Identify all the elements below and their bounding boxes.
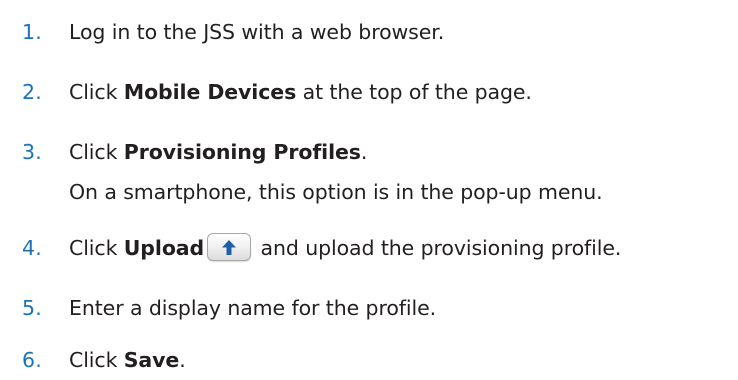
step-number: 5. [22, 296, 42, 320]
step-suffix: . [179, 348, 186, 372]
step-text: Enter a display name for the profile. [69, 296, 437, 320]
step-number: 1. [22, 20, 42, 44]
step-number: 4. [22, 236, 42, 260]
step-bold-term: Save [123, 348, 180, 372]
step-suffix: . [360, 140, 368, 164]
step-text: Click Mobile Devices at the top of the p… [69, 72, 532, 112]
step-prefix: Click [69, 348, 124, 372]
step-text: Click Save. [69, 340, 186, 380]
step-prefix: Click [69, 80, 124, 104]
step-bold-term: Upload [123, 236, 205, 260]
step-number: 6. [22, 348, 42, 372]
step-suffix: at the top of the page. [296, 80, 532, 104]
step-text: Click Upload and upload the provisioning… [69, 228, 621, 268]
step-3: 3. Click Provisioning Profiles. On a sma… [0, 132, 738, 212]
step-number: 2. [22, 80, 42, 104]
upload-button-image [207, 233, 252, 261]
step-1: 1. Log in to the JSS with a web browser. [0, 12, 738, 52]
step-prefix: Click [69, 236, 124, 260]
step-prefix: Click [69, 140, 124, 164]
step-note: On a smartphone, this option is in the p… [69, 180, 603, 204]
step-6: 6. Click Save. [0, 340, 738, 380]
upload-arrow-icon [222, 240, 237, 255]
step-text: Log in to the JSS with a web browser. [69, 20, 445, 44]
step-bold-term: Provisioning Profiles [123, 140, 361, 164]
step-4: 4. Click Upload and upload the provision… [0, 228, 738, 268]
step-suffix: and upload the provisioning profile. [254, 236, 622, 260]
step-5: 5. Enter a display name for the profile. [0, 288, 738, 328]
step-2: 2. Click Mobile Devices at the top of th… [0, 72, 738, 112]
step-number: 3. [22, 140, 42, 164]
step-bold-term: Mobile Devices [123, 80, 297, 104]
step-text: Click Provisioning Profiles. [69, 132, 367, 172]
